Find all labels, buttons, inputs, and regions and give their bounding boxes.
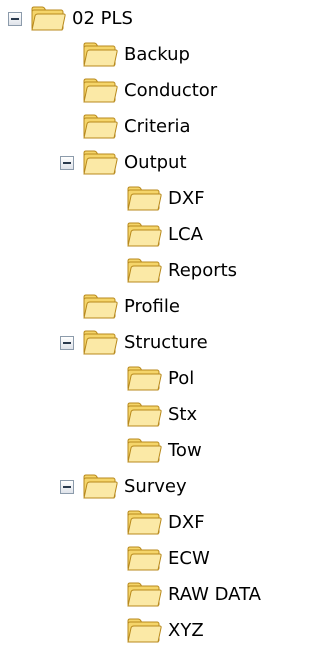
tree-item-label: 02 PLS — [72, 8, 133, 29]
tree-item-criteria[interactable]: Criteria — [82, 112, 191, 142]
tree-item-label: Criteria — [124, 116, 191, 137]
tree-item-label: Tow — [168, 440, 202, 461]
tree-item-reports[interactable]: Reports — [126, 256, 237, 286]
tree-item-conductor[interactable]: Conductor — [82, 76, 217, 106]
tree-item-label: ECW — [168, 548, 210, 569]
tree-item-structure[interactable]: Structure — [60, 328, 208, 358]
tree-item-label: XYZ — [168, 620, 204, 641]
tree-item-ecw[interactable]: ECW — [126, 544, 210, 574]
folder-icon — [83, 114, 118, 139]
tree-item-label: Survey — [124, 476, 187, 497]
tree-item-label: Conductor — [124, 80, 218, 101]
collapse-minus-icon[interactable] — [60, 480, 74, 494]
tree-item-label: Profile — [124, 296, 180, 317]
folder-icon — [83, 294, 118, 319]
tree-item-tow[interactable]: Tow — [126, 436, 202, 466]
folder-icon — [83, 474, 118, 499]
collapse-minus-icon[interactable] — [60, 156, 74, 170]
tree-item-survey[interactable]: Survey — [60, 472, 187, 502]
folder-icon — [83, 42, 118, 67]
tree-item-dxf[interactable]: DXF — [126, 184, 205, 214]
folder-icon — [127, 510, 162, 535]
tree-item-profile[interactable]: Profile — [82, 292, 180, 322]
folder-icon — [83, 150, 118, 175]
folder-icon — [127, 186, 162, 211]
tree-item-raw-data[interactable]: RAW DATA — [126, 580, 261, 610]
folder-icon — [127, 546, 162, 571]
collapse-minus-icon[interactable] — [8, 12, 22, 26]
tree-item-label: Reports — [168, 260, 238, 281]
tree-item-label: DXF — [168, 188, 205, 209]
tree-item-output[interactable]: Output — [60, 148, 187, 178]
folder-icon — [127, 618, 162, 643]
collapse-minus-icon[interactable] — [60, 336, 74, 350]
folder-icon — [31, 6, 66, 31]
tree-item-label: RAW DATA — [168, 584, 261, 605]
tree-item-label: Stx — [168, 404, 198, 425]
tree-item-backup[interactable]: Backup — [82, 40, 190, 70]
folder-icon — [127, 582, 162, 607]
tree-item-label: Output — [124, 152, 187, 173]
folder-icon — [83, 78, 118, 103]
folder-icon — [127, 402, 162, 427]
folder-icon — [127, 222, 162, 247]
folder-icon — [127, 366, 162, 391]
tree-item-label: LCA — [168, 224, 203, 245]
folder-icon — [127, 438, 162, 463]
tree-item-label: Pol — [168, 368, 195, 389]
tree-item-label: Backup — [124, 44, 190, 65]
tree-item-dxf[interactable]: DXF — [126, 508, 205, 538]
tree-item-stx[interactable]: Stx — [126, 400, 197, 430]
folder-icon — [83, 330, 118, 355]
tree-item-lca[interactable]: LCA — [126, 220, 203, 250]
tree-item-pol[interactable]: Pol — [126, 364, 194, 394]
folder-tree: 02 PLS Backup Conductor Criteria Output DXF LC… — [0, 0, 289, 653]
folder-icon — [127, 258, 162, 283]
tree-item-xyz[interactable]: XYZ — [126, 616, 204, 646]
tree-item-label: DXF — [168, 512, 205, 533]
tree-item-02-pls[interactable]: 02 PLS — [8, 4, 133, 34]
tree-item-label: Structure — [124, 332, 208, 353]
